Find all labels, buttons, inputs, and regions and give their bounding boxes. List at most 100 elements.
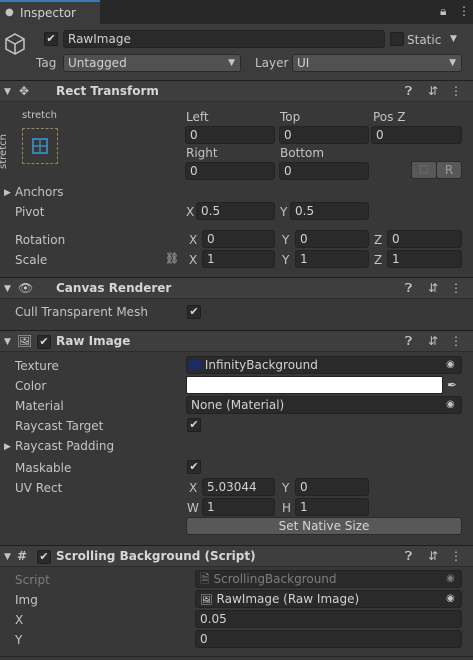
scrolling-background-header[interactable]: ▼ # ✔ Scrolling Background (Script) ❓︎ ⇵… [0, 545, 473, 567]
scrolling-background-title: Scrolling Background (Script) [56, 549, 256, 563]
rotation-z-field[interactable]: 0 [387, 230, 462, 248]
rect-transform-header[interactable]: ▼ ✥ Rect Transform ❓︎ ⇵ ⋮ [0, 80, 473, 102]
bottom-divider [0, 656, 473, 657]
presets-icon[interactable]: ⇵ [428, 84, 438, 98]
set-native-size-button[interactable]: Set Native Size [186, 517, 462, 535]
presets-icon[interactable]: ⇵ [428, 281, 438, 295]
anchors-label[interactable]: Anchors [15, 185, 64, 199]
x-label: X [15, 613, 24, 627]
component-menu-icon[interactable]: ⋮ [450, 281, 462, 295]
anchors-foldout-icon[interactable]: ▶ [4, 186, 11, 200]
tab-inspector[interactable]: ● Inspector [0, 0, 100, 24]
foldout-arrow-icon[interactable]: ▼ [4, 335, 11, 349]
chevron-down-icon: ▼ [449, 58, 456, 68]
help-icon[interactable]: ❓︎ [405, 549, 412, 563]
uv-w-label: W [187, 501, 199, 515]
foldout-arrow-icon[interactable]: ▼ [4, 550, 11, 564]
object-picker-icon[interactable]: ◉ [446, 358, 455, 372]
top-label: Top [280, 110, 301, 124]
uv-x-label: X [189, 481, 198, 495]
anchor-preset-top-label: stretch [22, 110, 57, 121]
gameobject-cube-icon [5, 33, 25, 55]
help-icon[interactable]: ❓︎ [405, 334, 412, 348]
blueprint-mode-button[interactable]: ⬚ [411, 161, 437, 179]
scale-y-field[interactable]: 1 [295, 250, 369, 268]
rotation-y-field[interactable]: 0 [295, 230, 369, 248]
static-checkbox[interactable] [390, 32, 404, 46]
top-field[interactable]: 0 [279, 126, 369, 144]
anchor-presets-button[interactable] [22, 128, 58, 164]
presets-icon[interactable]: ⇵ [428, 334, 438, 348]
texture-label: Texture [15, 359, 59, 373]
pivot-x-field[interactable]: 0.5 [196, 202, 275, 220]
right-field[interactable]: 0 [185, 162, 275, 180]
cull-transparent-mesh-label: Cull Transparent Mesh [15, 305, 148, 319]
raw-edit-button[interactable]: R [436, 161, 462, 179]
cull-transparent-mesh-checkbox[interactable]: ✔ [187, 305, 201, 319]
img-value: RawImage (Raw Image) [216, 592, 360, 606]
canvas-renderer-title: Canvas Renderer [56, 281, 172, 295]
scale-x-field[interactable]: 1 [202, 250, 275, 268]
uv-y-field[interactable]: 0 [295, 478, 369, 496]
raw-image-enabled-checkbox[interactable]: ✔ [37, 335, 51, 349]
raycast-target-checkbox[interactable]: ✔ [187, 418, 201, 432]
help-icon[interactable]: ❓︎ [405, 84, 412, 98]
x-field[interactable]: 0.05 [195, 610, 462, 628]
layer-label: Layer [255, 56, 289, 70]
canvas-renderer-header[interactable]: ▼ 👁︎ Canvas Renderer ❓︎ ⇵ ⋮ [0, 277, 473, 299]
object-picker-icon[interactable]: ◉ [446, 592, 455, 606]
texture-field[interactable]: InfinityBackground [186, 356, 462, 374]
material-field[interactable]: None (Material) [186, 396, 462, 414]
more-menu-icon[interactable]: ⋮ [458, 4, 470, 18]
left-field[interactable]: 0 [185, 126, 275, 144]
maskable-checkbox[interactable]: ✔ [187, 460, 201, 474]
eyedropper-icon[interactable]: ✒ [447, 378, 457, 392]
constrain-proportions-icon[interactable]: ⛓ [165, 252, 179, 266]
rotation-x-field[interactable]: 0 [202, 230, 275, 248]
rect-transform-body: stretch stretch Left 0 Top 0 Pos Z 0 Rig… [0, 102, 473, 274]
tag-dropdown[interactable]: Untagged ▼ [63, 54, 241, 72]
posz-field[interactable]: 0 [371, 126, 462, 144]
uv-x-field[interactable]: 5.03044 [202, 478, 275, 496]
bottom-field[interactable]: 0 [279, 162, 369, 180]
static-dropdown-icon[interactable]: ▼ [450, 32, 457, 46]
maskable-label: Maskable [15, 461, 72, 475]
pivot-y-label: Y [280, 205, 288, 219]
tag-label: Tag [36, 56, 57, 70]
layer-value: UI [297, 56, 310, 70]
uv-h-label: H [282, 501, 292, 515]
tab-inspector-label: Inspector [20, 6, 76, 20]
lock-icon[interactable]: 🔒︎ [440, 4, 446, 18]
texture-value: InfinityBackground [204, 358, 318, 372]
color-field[interactable] [186, 376, 443, 394]
img-field[interactable]: 🖼︎ RawImage (Raw Image) [195, 590, 462, 608]
bottom-label: Bottom [280, 146, 325, 160]
foldout-arrow-icon[interactable]: ▼ [4, 85, 11, 99]
script-enabled-checkbox[interactable]: ✔ [37, 550, 51, 564]
uv-y-label: Y [282, 481, 290, 495]
object-name-field[interactable]: RawImage [63, 30, 385, 48]
uv-h-field[interactable]: 1 [295, 498, 369, 516]
pivot-y-field[interactable]: 0.5 [290, 202, 369, 220]
raw-image-header[interactable]: ▼ 🖼︎ ✔ Raw Image ❓︎ ⇵ ⋮ [0, 330, 473, 352]
scale-y-label: Y [282, 253, 290, 267]
active-checkbox[interactable]: ✔ [44, 32, 58, 46]
layer-dropdown[interactable]: UI ▼ [292, 54, 462, 72]
pivot-label: Pivot [15, 205, 45, 219]
help-icon[interactable]: ❓︎ [405, 281, 412, 295]
raycast-padding-label[interactable]: Raycast Padding [15, 439, 114, 453]
rect-transform-title: Rect Transform [56, 84, 159, 98]
object-header: ✔ RawImage Static ▼ Tag Untagged ▼ Layer… [0, 24, 473, 80]
foldout-arrow-icon[interactable]: ▼ [4, 282, 11, 296]
component-menu-icon[interactable]: ⋮ [450, 334, 462, 348]
object-picker-icon[interactable]: ◉ [446, 398, 455, 412]
y-field[interactable]: 0 [195, 630, 462, 648]
scale-z-field[interactable]: 1 [387, 250, 462, 268]
raycast-padding-foldout-icon[interactable]: ▶ [4, 440, 11, 454]
component-menu-icon[interactable]: ⋮ [450, 549, 462, 563]
uv-w-field[interactable]: 1 [202, 498, 275, 516]
component-menu-icon[interactable]: ⋮ [450, 84, 462, 98]
rotation-y-label: Y [282, 233, 290, 247]
material-label: Material [15, 399, 64, 413]
presets-icon[interactable]: ⇵ [428, 549, 438, 563]
